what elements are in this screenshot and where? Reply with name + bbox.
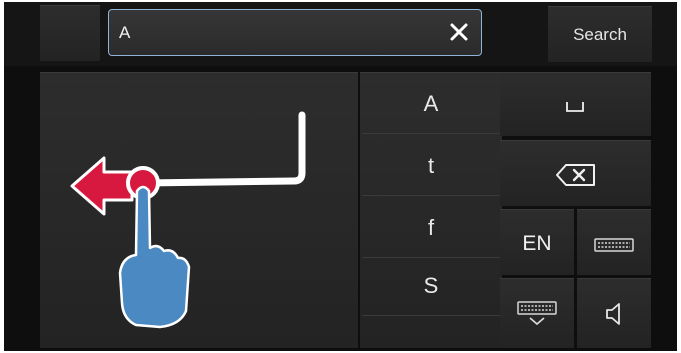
swipe-stroke xyxy=(140,111,306,187)
close-icon[interactable] xyxy=(447,20,471,44)
top-left-panel xyxy=(40,5,100,61)
screen: A Search A t f S EN xyxy=(4,2,677,351)
candidate-4[interactable]: S xyxy=(362,256,500,316)
volume-icon xyxy=(606,303,620,325)
candidate-3[interactable]: f xyxy=(362,198,500,258)
candidate-2[interactable]: t xyxy=(362,136,500,196)
space-key[interactable] xyxy=(500,72,651,136)
candidate-1[interactable]: A xyxy=(362,74,500,134)
volume-key[interactable] xyxy=(577,278,651,348)
handwriting-area[interactable] xyxy=(40,72,358,348)
search-input[interactable]: A xyxy=(108,9,482,56)
hand-icon xyxy=(118,185,191,329)
gesture-illustration xyxy=(70,111,306,329)
backspace-key[interactable] xyxy=(500,140,651,206)
keyboard-icon xyxy=(594,238,634,252)
space-icon xyxy=(566,102,584,112)
search-text: A xyxy=(119,23,131,42)
language-key[interactable]: EN xyxy=(500,209,574,275)
swipe-arrow-icon xyxy=(70,156,134,216)
language-label: EN xyxy=(522,232,552,255)
search-button[interactable]: Search xyxy=(548,6,652,62)
backspace-icon xyxy=(556,164,595,186)
hide-keyboard-icon xyxy=(517,301,557,326)
hide-keyboard-key[interactable] xyxy=(500,278,574,348)
keyboard-key[interactable] xyxy=(577,209,651,275)
